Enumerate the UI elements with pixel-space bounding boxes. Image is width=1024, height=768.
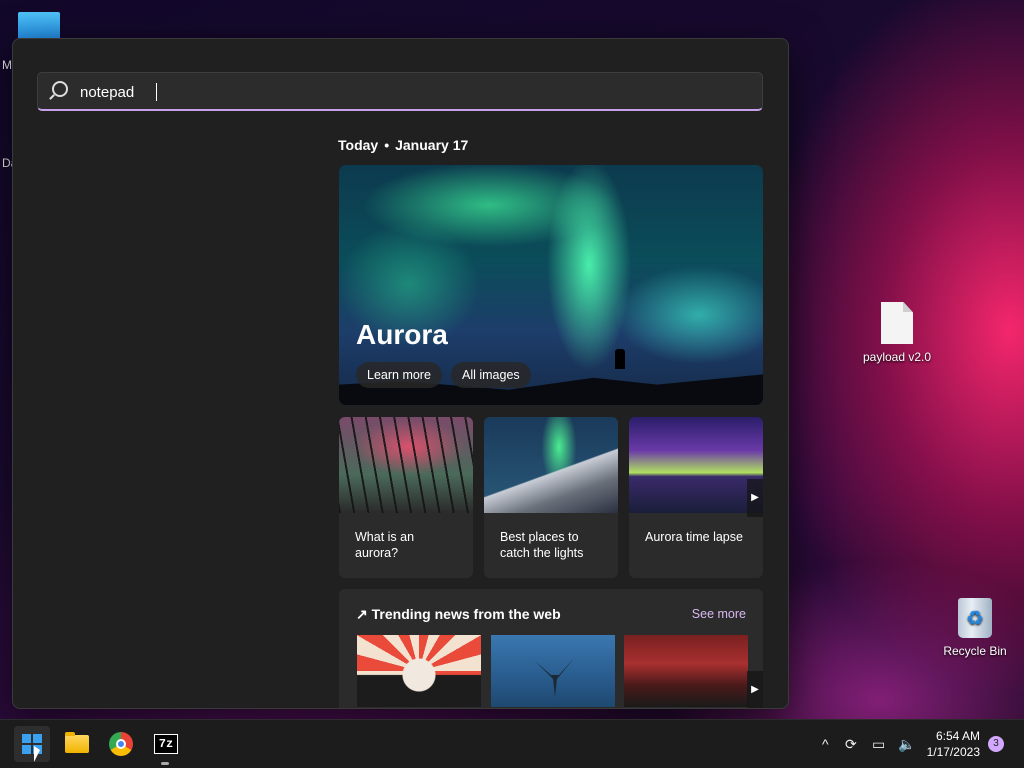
- search-input[interactable]: [78, 79, 742, 105]
- network-icon[interactable]: ▭: [872, 720, 885, 768]
- hero-silhouette: [615, 349, 625, 369]
- search-box[interactable]: [37, 72, 763, 111]
- news-image-1[interactable]: [357, 635, 481, 707]
- clock-time: 6:54 AM: [935, 729, 980, 743]
- separator-dot: •: [384, 137, 390, 153]
- card-image: [339, 417, 473, 513]
- card-caption: What is an aurora?: [355, 530, 415, 560]
- all-images-button[interactable]: All images: [451, 362, 531, 388]
- date-heading: Today • January 17: [338, 137, 468, 153]
- recycle-bin-icon: ♻: [958, 598, 992, 638]
- desktop-icon-payload[interactable]: payload v2.0: [852, 302, 942, 364]
- trending-arrow-icon: ↗: [356, 606, 368, 622]
- trending-news-heading: ↗ Trending news from the web: [356, 606, 561, 623]
- see-more-link[interactable]: See more: [692, 607, 746, 621]
- cards-next-arrow-icon[interactable]: ▶: [747, 479, 763, 517]
- mouse-cursor: [34, 746, 40, 762]
- news-image-2[interactable]: [491, 635, 615, 707]
- sync-icon[interactable]: ⟳: [845, 720, 857, 768]
- desktop-icon-recycle-bin[interactable]: ♻ Recycle Bin: [930, 598, 1020, 658]
- text-file-icon: [881, 302, 913, 344]
- learn-more-button[interactable]: Learn more: [356, 362, 442, 388]
- trending-news-section: ↗ Trending news from the web See more: [339, 589, 763, 708]
- desktop-label-cut: M: [2, 58, 12, 72]
- desktop-icon-label: Recycle Bin: [943, 644, 1007, 658]
- card-image: [629, 417, 763, 513]
- chrome-icon: [109, 732, 133, 756]
- clock[interactable]: 6:54 AM 1/17/2023: [927, 728, 980, 760]
- today-date: January 17: [395, 137, 469, 153]
- search-panel: Today • January 17 Aurora Learn more All i…: [12, 38, 789, 709]
- 7zip-icon: 7z: [154, 734, 178, 754]
- today-label: Today: [338, 137, 379, 153]
- file-explorer-icon: [65, 732, 89, 753]
- hero-image-aurora[interactable]: Aurora Learn more All images: [339, 165, 763, 405]
- card-best-places[interactable]: Best places to catch the lights: [484, 417, 618, 578]
- 7zip-button[interactable]: 7z: [147, 726, 183, 765]
- file-explorer-button[interactable]: [59, 726, 95, 762]
- running-indicator: [161, 762, 169, 765]
- notification-badge[interactable]: 3: [988, 736, 1004, 752]
- show-hidden-icons-chevron-icon[interactable]: ^: [822, 720, 829, 768]
- desktop-icon-label: payload v2.0: [862, 350, 932, 364]
- hero-title: Aurora: [356, 319, 448, 350]
- card-caption: Aurora time lapse: [645, 530, 743, 544]
- card-caption: Best places to catch the lights: [500, 530, 584, 560]
- start-button[interactable]: [14, 726, 50, 762]
- news-next-arrow-icon[interactable]: ▶: [747, 671, 763, 708]
- card-time-lapse[interactable]: Aurora time lapse: [629, 417, 763, 578]
- search-icon: [52, 81, 68, 97]
- clock-date: 1/17/2023: [926, 745, 980, 759]
- text-caret: [156, 83, 157, 101]
- taskbar: 7z ^ ⟳ ▭ 🔈 6:54 AM 1/17/2023 3: [0, 719, 1024, 768]
- card-image: [484, 417, 618, 513]
- card-what-is-aurora[interactable]: What is an aurora?: [339, 417, 473, 578]
- news-image-3[interactable]: [624, 635, 748, 707]
- trending-news-title: Trending news from the web: [371, 606, 561, 622]
- chrome-button[interactable]: [103, 726, 139, 762]
- volume-icon[interactable]: 🔈: [898, 720, 915, 768]
